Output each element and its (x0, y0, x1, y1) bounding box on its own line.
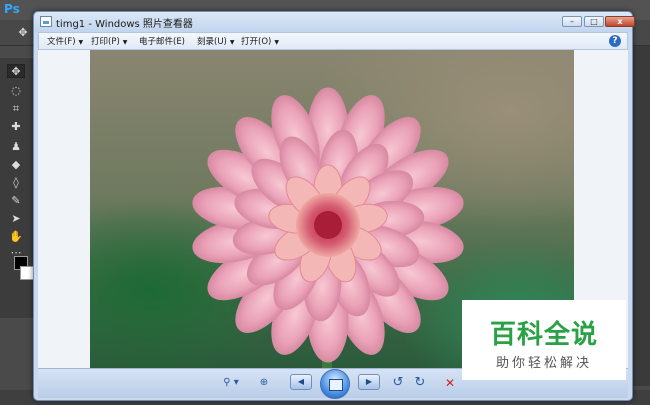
photoshop-logo: Ps (4, 2, 20, 16)
crop-tool-icon[interactable]: ⌗ (7, 102, 25, 116)
hand-tool-icon[interactable]: ✋ (7, 230, 25, 244)
menu-open-label: 打开(O) (241, 37, 272, 47)
delete-icon[interactable]: ✕ (442, 375, 458, 391)
title-bar[interactable]: timg1 - Windows 照片查看器 – □ x (34, 12, 635, 32)
background-color-swatch[interactable] (20, 266, 34, 280)
chevron-down-icon: ▼ (78, 39, 84, 46)
move-tool-icon[interactable]: ✥ (14, 26, 32, 40)
selection-tool-icon[interactable]: ➤ (7, 212, 25, 226)
menu-email-label: 电子邮件(E) (139, 37, 186, 47)
chevron-down-icon: ▼ (122, 39, 128, 46)
menu-print[interactable]: 打印(P) ▼ (91, 35, 127, 47)
lasso-tool-icon[interactable]: ◌ (7, 84, 25, 98)
watermark-subtitle: 助你轻松解决 (495, 356, 592, 371)
menu-burn-label: 刻录(U) (197, 37, 227, 47)
watermark: 百科全说 助你轻松解决 (462, 300, 626, 380)
blur-tool-icon[interactable]: ◊ (7, 176, 25, 190)
photoshop-side-panel (630, 46, 650, 386)
previous-button[interactable]: ◀ (290, 374, 312, 390)
move-tool-icon[interactable]: ✥ (7, 64, 25, 78)
healing-tool-icon[interactable]: ✚ (7, 120, 25, 134)
maximize-button[interactable]: □ (584, 16, 604, 27)
photo-viewer-icon (40, 16, 52, 27)
rotate-clockwise-icon[interactable]: ↻ (412, 375, 428, 391)
menu-email[interactable]: 电子邮件(E) (139, 35, 185, 47)
window-title: timg1 - Windows 照片查看器 (56, 19, 193, 30)
eraser-tool-icon[interactable]: ◆ (7, 158, 25, 172)
chevron-down-icon: ▼ (274, 39, 279, 46)
zoom-button[interactable]: ⚲ ▾ (216, 375, 246, 391)
menu-bar: 文件(F) ▼ 打印(P) ▼ 电子邮件(E) 刻录(U) ▼ 打开(O) ▼ ? (38, 32, 628, 50)
close-button[interactable]: x (605, 16, 635, 27)
fit-to-window-icon[interactable]: ⊕ (254, 375, 274, 391)
help-icon[interactable]: ? (609, 35, 621, 47)
zoom-icon: ⚲ (223, 377, 231, 388)
menu-file-label: 文件(F) (47, 37, 76, 47)
menu-burn[interactable]: 刻录(U) ▼ (197, 35, 234, 47)
slideshow-button[interactable] (320, 369, 350, 399)
menu-file[interactable]: 文件(F) ▼ (47, 35, 83, 47)
next-button[interactable]: ▶ (358, 374, 380, 390)
minimize-button[interactable]: – (562, 16, 582, 27)
pen-tool-icon[interactable]: ✎ (7, 194, 25, 208)
menu-open[interactable]: 打开(O) ▼ (241, 35, 279, 47)
stamp-tool-icon[interactable]: ♟ (7, 140, 25, 154)
chevron-down-icon: ▼ (229, 39, 235, 46)
menu-print-label: 打印(P) (91, 37, 120, 47)
watermark-title: 百科全说 (489, 320, 598, 350)
rotate-counterclockwise-icon[interactable]: ↺ (390, 375, 406, 391)
